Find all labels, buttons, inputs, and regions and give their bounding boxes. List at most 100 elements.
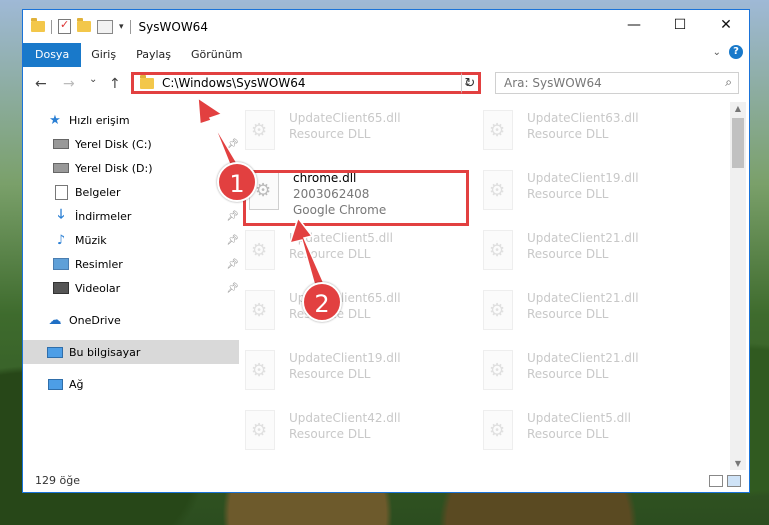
dll-file-icon: ⚙ bbox=[481, 170, 515, 210]
dll-file-icon: ⚙ bbox=[243, 230, 277, 270]
callout-badge-2: 2 bbox=[302, 282, 342, 322]
dll-file-icon: ⚙ bbox=[481, 110, 515, 150]
file-tile[interactable]: ⚙ UpdateClient19.dll Resource DLL bbox=[481, 170, 701, 224]
file-name: UpdateClient65.dll bbox=[289, 111, 401, 125]
minimize-button[interactable]: — bbox=[611, 10, 657, 40]
file-tile[interactable]: ⚙ UpdateClient65.dllResource DLL bbox=[243, 110, 463, 164]
file-tile[interactable]: ⚙ UpdateClient21.dll Resource DLL bbox=[481, 290, 701, 344]
sidebar-item-videos[interactable]: Videolar 📌︎ bbox=[23, 276, 245, 300]
sidebar-item-pictures[interactable]: Resimler 📌︎ bbox=[23, 252, 245, 276]
properties-check-icon[interactable] bbox=[58, 18, 71, 34]
callout-badge-1: 1 bbox=[217, 162, 257, 202]
customize-toolbar-icon[interactable]: ▾ bbox=[119, 22, 124, 32]
file-description: Resource DLL bbox=[289, 127, 371, 141]
refresh-button[interactable]: ↻ bbox=[461, 72, 481, 94]
file-tile[interactable]: ⚙ UpdateClient5.dll Resource DLL bbox=[481, 410, 701, 462]
close-button[interactable]: ✕ bbox=[703, 10, 749, 40]
file-list: ⚙ UpdateClient65.dll Resource DLL ⚙ Updat… bbox=[233, 102, 733, 462]
quick-access-toolbar: ▾ bbox=[23, 18, 131, 34]
forward-arrow-icon[interactable]: → bbox=[63, 76, 75, 92]
sidebar-item-label: Videolar bbox=[75, 281, 121, 295]
item-count: 129 öğe bbox=[35, 473, 80, 487]
search-input[interactable]: Ara: SysWOW64 ⌕ bbox=[495, 72, 739, 94]
chrome-dll-highlight-box bbox=[243, 170, 469, 226]
tiles-view-icon[interactable] bbox=[727, 475, 741, 487]
file-description: Resource DLL bbox=[289, 427, 371, 441]
file-description: Resource DLL bbox=[527, 187, 609, 201]
file-tile[interactable]: ⚙ UpdateClient21.dll Resource DLL bbox=[481, 230, 701, 284]
tab-dosya[interactable]: Dosya bbox=[23, 43, 82, 67]
chevron-down-icon[interactable]: ⌄ bbox=[713, 47, 721, 58]
sidebar-item-label: Belgeler bbox=[75, 185, 121, 199]
file-name: UpdateClient5.dll bbox=[527, 411, 631, 425]
sidebar-item-downloads[interactable]: 🡓 İndirmeler 📌︎ bbox=[23, 204, 245, 228]
folder-icon bbox=[140, 74, 154, 89]
scroll-down-icon[interactable]: ▼ bbox=[730, 459, 746, 468]
tab-giris[interactable]: Giriş bbox=[81, 43, 126, 67]
file-description: Resource DLL bbox=[527, 367, 609, 381]
sidebar-item-label: Resimler bbox=[75, 257, 123, 271]
computer-icon bbox=[47, 345, 63, 359]
drive-icon bbox=[53, 161, 69, 175]
address-bar[interactable]: C:\Windows\SysWOW64 ⌄ bbox=[131, 72, 481, 94]
view-icon[interactable] bbox=[97, 19, 113, 34]
tab-gorunum[interactable]: Görünüm bbox=[181, 43, 252, 67]
up-arrow-icon[interactable]: ↑ bbox=[109, 76, 121, 92]
toolbar-separator bbox=[129, 19, 131, 34]
file-tile[interactable]: ⚙ UpdateClient42.dll Resource DLL bbox=[243, 410, 463, 462]
ribbon-right-controls: ⌄ ? bbox=[713, 45, 743, 59]
sidebar-item-label: Müzik bbox=[75, 233, 107, 247]
file-tile[interactable]: ⚙ UpdateClient21.dll Resource DLL bbox=[481, 350, 701, 404]
sidebar-item-music[interactable]: ♪ Müzik 📌︎ bbox=[23, 228, 245, 252]
sidebar-item-quick-access[interactable]: ★ Hızlı erişim bbox=[23, 108, 239, 132]
drive-icon bbox=[53, 137, 69, 151]
recent-locations-icon[interactable]: ⌄ bbox=[89, 74, 97, 85]
file-description: Resource DLL bbox=[289, 247, 371, 261]
file-description: Resource DLL bbox=[527, 307, 609, 321]
toolbar-separator bbox=[51, 19, 52, 34]
sidebar-item-drive-c[interactable]: Yerel Disk (C:) 📌︎ bbox=[23, 132, 245, 156]
cloud-icon: ☁ bbox=[48, 312, 62, 328]
window-controls: — ☐ ✕ bbox=[611, 10, 749, 40]
help-icon[interactable]: ? bbox=[729, 45, 743, 59]
file-tile[interactable]: ⚙ UpdateClient63.dll Resource DLL bbox=[481, 110, 701, 164]
file-description: Resource DLL bbox=[527, 127, 609, 141]
sidebar-item-network[interactable]: Ağ bbox=[23, 372, 239, 396]
dll-file-icon: ⚙ bbox=[481, 410, 515, 450]
tab-paylas[interactable]: Paylaş bbox=[126, 43, 181, 67]
dll-file-icon: ⚙ bbox=[481, 350, 515, 390]
sidebar-item-label: Hızlı erişim bbox=[69, 113, 130, 127]
sidebar-item-label: Bu bilgisayar bbox=[69, 345, 141, 359]
dll-file-icon: ⚙ bbox=[243, 350, 277, 390]
file-name: UpdateClient63.dll bbox=[527, 111, 639, 125]
folder-icon[interactable] bbox=[31, 18, 45, 32]
file-tile[interactable]: ⚙ UpdateClient65.dllResource DLL bbox=[243, 290, 463, 344]
details-view-icon[interactable] bbox=[709, 475, 723, 487]
sidebar-item-drive-d[interactable]: Yerel Disk (D:) 📌︎ bbox=[23, 156, 245, 180]
file-name: UpdateClient21.dll bbox=[527, 231, 639, 245]
ribbon-tabs: Dosya Giriş Paylaş Görünüm ⌄ ? bbox=[23, 43, 749, 67]
new-folder-icon[interactable] bbox=[77, 18, 91, 32]
file-name: UpdateClient19.dll bbox=[527, 171, 639, 185]
sidebar-item-documents[interactable]: Belgeler 📌︎ bbox=[23, 180, 245, 204]
file-tile[interactable]: ⚙ UpdateClient5.dll Resource DLL bbox=[243, 230, 463, 284]
sidebar-item-label: Yerel Disk (C:) bbox=[75, 137, 152, 151]
scrollbar-thumb[interactable] bbox=[732, 118, 744, 168]
file-name: UpdateClient21.dll bbox=[527, 291, 639, 305]
sidebar-item-onedrive[interactable]: ☁ OneDrive bbox=[23, 308, 239, 332]
vertical-scrollbar[interactable]: ▲ ▼ bbox=[730, 102, 746, 470]
maximize-button[interactable]: ☐ bbox=[657, 10, 703, 40]
file-tile[interactable]: ⚙ UpdateClient19.dll Resource DLL bbox=[243, 350, 463, 404]
file-name: UpdateClient19.dll bbox=[289, 351, 401, 365]
file-name: UpdateClient42.dll bbox=[289, 411, 401, 425]
file-name: UpdateClient21.dll bbox=[527, 351, 639, 365]
scroll-up-icon[interactable]: ▲ bbox=[730, 104, 746, 113]
download-icon: 🡓 bbox=[57, 207, 65, 222]
sidebar-item-label: Yerel Disk (D:) bbox=[75, 161, 153, 175]
search-icon: ⌕ bbox=[725, 75, 732, 89]
sidebar-item-this-pc[interactable]: Bu bilgisayar bbox=[23, 340, 239, 364]
videos-icon bbox=[53, 281, 69, 295]
pictures-icon bbox=[53, 257, 69, 271]
star-icon: ★ bbox=[49, 112, 61, 128]
back-arrow-icon[interactable]: ← bbox=[35, 76, 47, 92]
